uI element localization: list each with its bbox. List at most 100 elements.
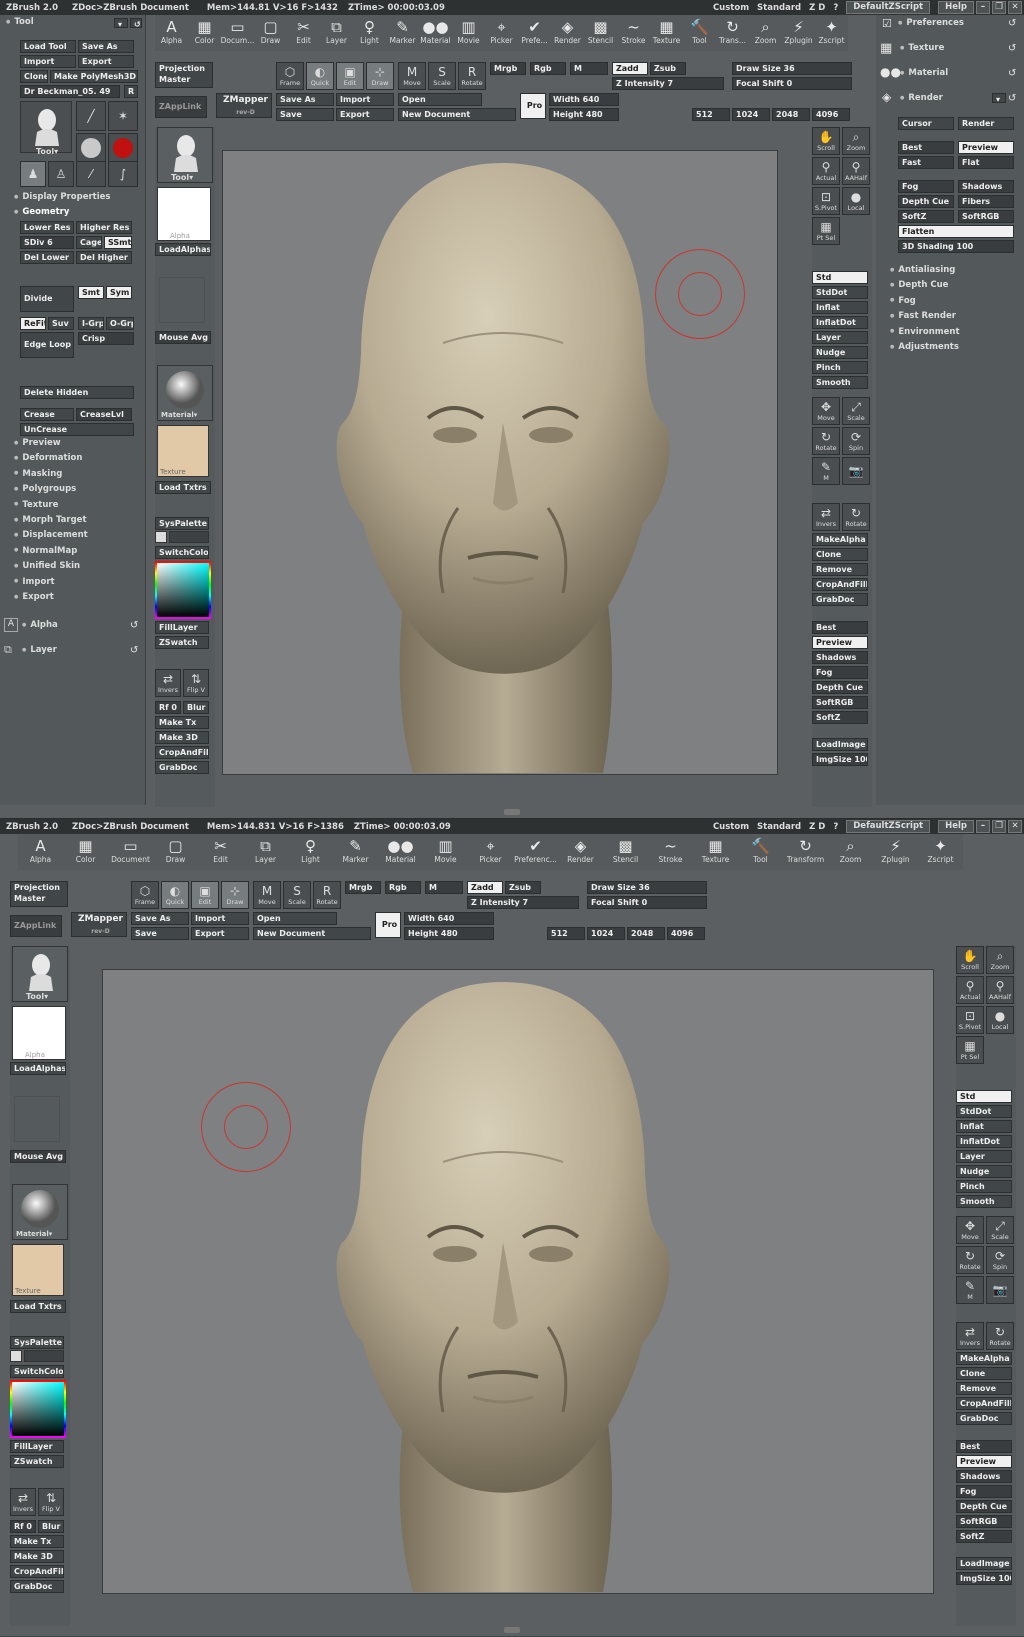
- rf-slider[interactable]: Rf 0: [155, 701, 181, 714]
- crisp-toggle[interactable]: Crisp: [78, 332, 134, 345]
- brush-layer-button[interactable]: Layer: [956, 1150, 1012, 1163]
- alpha-palette-header[interactable]: Alpha: [22, 620, 57, 630]
- refit-toggle[interactable]: ReFit: [20, 317, 46, 330]
- grabdoc-left-button[interactable]: GrabDoc: [155, 761, 209, 774]
- blur-button[interactable]: Blur: [183, 701, 209, 714]
- depth-cue-toggle[interactable]: Depth Cue: [898, 195, 954, 208]
- current-mesh-slider[interactable]: Dr Beckman_05. 49: [20, 85, 120, 98]
- close-icon[interactable]: ✕: [1008, 820, 1022, 833]
- brush-stroke-icon[interactable]: ⁄: [76, 161, 106, 187]
- load-txtrs-button[interactable]: Load Txtrs: [10, 1300, 66, 1313]
- rgb-button[interactable]: Rgb: [385, 881, 421, 894]
- secondary-color-swatch[interactable]: [10, 1350, 22, 1362]
- scroll-button[interactable]: ✋ Scroll: [956, 946, 984, 974]
- palette-edit-button[interactable]: ✂ Edit: [287, 15, 320, 51]
- brush-smooth-button[interactable]: Smooth: [812, 376, 868, 389]
- cropandfill-button[interactable]: CropAndFill: [812, 578, 868, 591]
- cage-button[interactable]: Cage: [76, 236, 102, 249]
- tool-section-unified-skin[interactable]: Unified Skin: [14, 561, 80, 571]
- alpha-thumbnail[interactable]: Alpha: [12, 1006, 66, 1060]
- zswatch-button[interactable]: ZSwatch: [155, 636, 209, 649]
- make-tx-button[interactable]: Make Tx: [155, 716, 209, 729]
- curve-tool-icon[interactable]: ∫: [108, 161, 138, 187]
- flatten-toggle[interactable]: Flatten: [898, 225, 1014, 238]
- edit-mode-button[interactable]: ▣ Edit: [191, 881, 219, 909]
- palette-render-button[interactable]: ◈ Render: [558, 834, 603, 870]
- draw-mode-button[interactable]: ⊹ Draw: [221, 881, 249, 909]
- figure-tool-icon[interactable]: ♙: [48, 161, 74, 187]
- document-canvas[interactable]: [222, 150, 778, 775]
- bottom-scroll-handle[interactable]: [504, 809, 520, 815]
- brush-inflat-button[interactable]: Inflat: [956, 1120, 1012, 1133]
- zd-toggle[interactable]: Z D: [809, 822, 825, 832]
- palette-transform-button[interactable]: ↻ Trans...: [716, 15, 749, 51]
- focal-shift-slider[interactable]: Focal Shift 0: [732, 77, 852, 90]
- alpha-reset-icon[interactable]: ↺: [130, 620, 138, 631]
- ptsel-button[interactable]: ▦ Pt Sel: [956, 1036, 984, 1064]
- flip-v-button[interactable]: ⇅ Flip V: [183, 669, 209, 697]
- geometry-section[interactable]: Geometry: [14, 207, 69, 217]
- mouse-avg-slider[interactable]: Mouse Avg: [155, 331, 211, 344]
- softz-toggle[interactable]: SoftZ: [898, 210, 954, 223]
- palette-preferenc-button[interactable]: ✔ Preferenc...: [513, 834, 558, 870]
- palette-alpha-button[interactable]: A Alpha: [18, 834, 63, 870]
- blur-button[interactable]: Blur: [38, 1520, 64, 1533]
- scale-mode-button[interactable]: S Scale: [283, 881, 311, 909]
- minimize-icon[interactable]: –: [976, 1, 990, 14]
- higher-res-button[interactable]: Higher Res: [76, 221, 132, 234]
- default-zscript-button[interactable]: DefaultZScript: [846, 820, 931, 833]
- size-1024-button[interactable]: 1024: [587, 927, 625, 940]
- loadimage-button[interactable]: LoadImage: [956, 1557, 1012, 1570]
- zsub-toggle[interactable]: Zsub: [650, 62, 686, 75]
- fog-toggle[interactable]: Fog: [898, 180, 954, 193]
- fibers-toggle[interactable]: Fibers: [958, 195, 1014, 208]
- quick-button[interactable]: ◐ Quick: [306, 62, 334, 90]
- color-picker[interactable]: [10, 1380, 66, 1438]
- palette-tool-button[interactable]: 🔨 Tool: [683, 15, 716, 51]
- rotate-button[interactable]: ↻ Rotate: [812, 427, 840, 455]
- zmapper-button[interactable]: ZMapper rev-D: [216, 93, 272, 118]
- layer-palette-icon[interactable]: ⧉: [4, 643, 18, 657]
- zadd-toggle[interactable]: Zadd: [612, 62, 648, 75]
- mesh-r-button[interactable]: R: [124, 85, 138, 98]
- tool-section-preview[interactable]: Preview: [14, 438, 60, 448]
- render-section-fast-render[interactable]: Fast Render: [890, 311, 956, 321]
- render-mode-softrgb-button[interactable]: SoftRGB: [956, 1515, 1012, 1528]
- load-tool-button[interactable]: Load Tool: [20, 40, 76, 53]
- quick-button[interactable]: ◐ Quick: [161, 881, 189, 909]
- m-edit-button[interactable]: ✎ M: [812, 457, 840, 485]
- restore-icon[interactable]: ❐: [992, 820, 1006, 833]
- move-button[interactable]: ✥ Move: [956, 1216, 984, 1244]
- aahalf-button[interactable]: ⚲ AAHalf: [986, 976, 1014, 1004]
- lower-res-button[interactable]: Lower Res: [20, 221, 74, 234]
- palette-stencil-button[interactable]: ▩ Stencil: [584, 15, 617, 51]
- m-edit-button[interactable]: ✎ M: [956, 1276, 984, 1304]
- scale-button[interactable]: ⤢ Scale: [842, 397, 870, 425]
- loadimage-button[interactable]: LoadImage: [812, 738, 868, 751]
- tool-section-deformation[interactable]: Deformation: [14, 453, 82, 463]
- standard-layout[interactable]: Standard: [757, 822, 801, 832]
- del-lower-button[interactable]: Del Lower: [20, 251, 74, 264]
- camera-button[interactable]: 📷: [986, 1276, 1014, 1304]
- restore-icon[interactable]: ❐: [992, 1, 1006, 14]
- flip-v-button[interactable]: ⇅ Flip V: [38, 1488, 64, 1516]
- brush-smooth-button[interactable]: Smooth: [956, 1195, 1012, 1208]
- tool-section-texture[interactable]: Texture: [14, 500, 58, 510]
- export-tool-button[interactable]: Export: [78, 55, 134, 68]
- make-polymesh-button[interactable]: Make PolyMesh3D: [50, 70, 138, 83]
- ogrp-toggle[interactable]: O-Grp: [106, 317, 134, 330]
- tool-section-import[interactable]: Import: [14, 577, 54, 587]
- palette-stencil-button[interactable]: ▩ Stencil: [603, 834, 648, 870]
- palette-material-button[interactable]: ●● Material: [419, 15, 452, 51]
- tool-palette-title[interactable]: Tool: [6, 17, 33, 27]
- edit-mode-button[interactable]: ▣ Edit: [336, 62, 364, 90]
- doc-import-button[interactable]: Import: [191, 912, 249, 925]
- local-button[interactable]: ● Local: [986, 1006, 1014, 1034]
- palette-color-button[interactable]: ▦ Color: [188, 15, 221, 51]
- palette-zscript-button[interactable]: ✦ Zscript: [815, 15, 848, 51]
- tool-section-normalmap[interactable]: NormalMap: [14, 546, 77, 556]
- camera-button[interactable]: 📷: [842, 457, 870, 485]
- switchcolor-button[interactable]: SwitchColor: [155, 546, 209, 559]
- zd-toggle[interactable]: Z D: [809, 3, 825, 13]
- actual-button[interactable]: ⚲ Actual: [956, 976, 984, 1004]
